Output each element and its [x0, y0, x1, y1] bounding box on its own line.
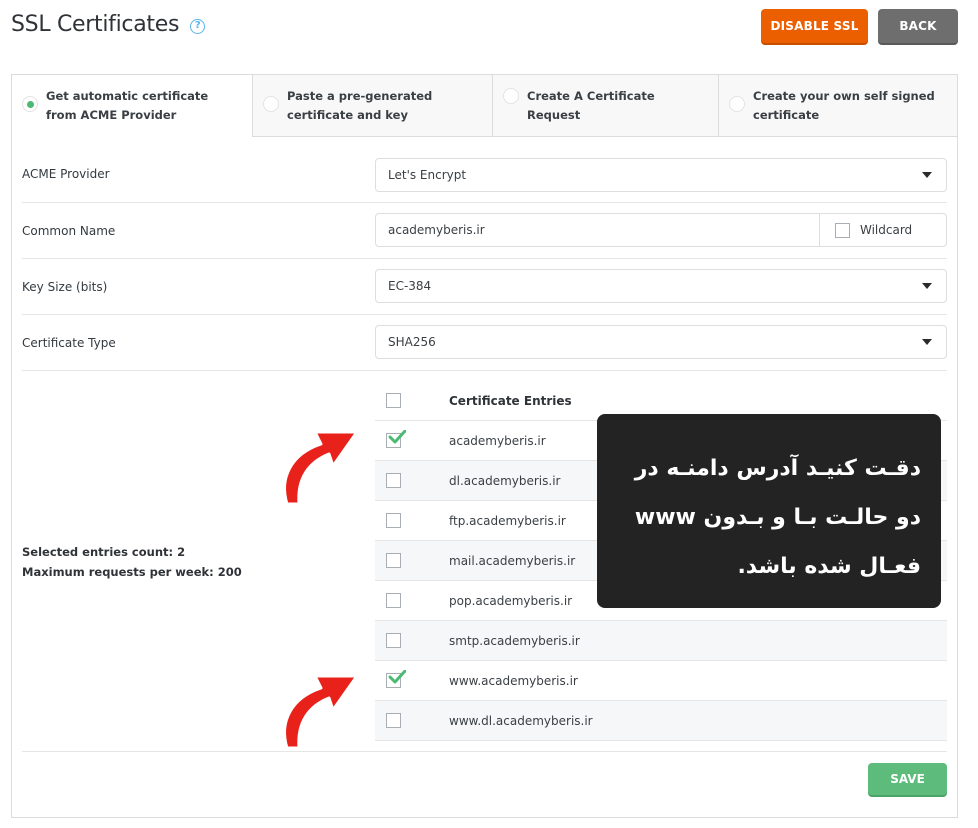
entry-row: smtp.academyberis.ir [375, 621, 947, 661]
max-requests-per-week: Maximum requests per week: 200 [22, 565, 242, 579]
entry-checkbox[interactable] [386, 593, 401, 608]
key-size-label: Key Size (bits) [22, 280, 108, 294]
key-size-select[interactable]: EC-384 [375, 269, 947, 303]
selected-entries-count: Selected entries count: 2 [22, 545, 186, 559]
entry-checkbox[interactable] [386, 670, 406, 688]
common-name-label: Common Name [22, 224, 116, 238]
form-row-key-size: Key Size (bits) EC-384 [22, 259, 947, 315]
entry-checkbox[interactable] [386, 713, 401, 728]
entry-checkbox[interactable] [386, 553, 401, 568]
form-row-common-name: Common Name academyberis.ir Wildcard [22, 203, 947, 259]
certificate-type-value: SHA256 [388, 335, 436, 349]
select-all-checkbox[interactable] [386, 393, 401, 408]
acme-provider-select[interactable]: Let's Encrypt [375, 158, 947, 192]
entry-checkbox[interactable] [386, 430, 406, 448]
tab-label: Create A Certificate Request [527, 89, 655, 122]
wildcard-checkbox[interactable] [835, 222, 850, 238]
entry-domain: ftp.academyberis.ir [449, 513, 566, 528]
tab-self-signed[interactable]: Create your own self signed certificate [718, 75, 957, 137]
radio-paste-certificate[interactable] [263, 96, 279, 112]
entries-header-label: Certificate Entries [449, 393, 572, 408]
page-title: SSL Certificates ? [11, 12, 206, 37]
entry-domain: academyberis.ir [449, 433, 546, 448]
entry-domain: www.academyberis.ir [449, 673, 578, 688]
red-arrow-icon [283, 430, 359, 506]
entry-domain: pop.academyberis.ir [449, 593, 573, 608]
disable-ssl-button[interactable]: DISABLE SSL [761, 9, 868, 43]
checkmark-icon [388, 670, 406, 684]
acme-provider-value: Let's Encrypt [388, 168, 467, 182]
tab-certificate-request[interactable]: Create A Certificate Request [492, 75, 718, 137]
common-name-input[interactable]: academyberis.ir [376, 214, 820, 246]
page-title-text: SSL Certificates [11, 12, 180, 37]
entry-checkbox[interactable] [386, 633, 401, 648]
radio-self-signed[interactable] [729, 96, 745, 112]
form-row-acme-provider: ACME Provider Let's Encrypt [22, 137, 947, 203]
caret-down-icon [922, 339, 932, 345]
entry-domain: mail.academyberis.ir [449, 553, 576, 568]
question-circle-icon[interactable]: ? [190, 19, 206, 34]
caret-down-icon [922, 172, 932, 178]
acme-provider-label: ACME Provider [22, 167, 110, 181]
certificate-type-label: Certificate Type [22, 336, 116, 350]
annotation-tooltip: دقـت کنیـد آدرس دامنـه در دو حالـت بـا و… [597, 414, 941, 608]
entry-row: www.dl.academyberis.ir [375, 701, 947, 741]
common-name-group: academyberis.ir Wildcard [375, 213, 947, 247]
form-row-certificate-type: Certificate Type SHA256 [22, 315, 947, 371]
entry-domain: dl.academyberis.ir [449, 473, 561, 488]
divider [22, 751, 947, 752]
radio-acme-provider[interactable] [22, 96, 38, 112]
back-button[interactable]: BACK [878, 9, 958, 43]
caret-down-icon [922, 283, 932, 289]
entry-checkbox[interactable] [386, 513, 401, 528]
tab-paste-certificate[interactable]: Paste a pre-generated certificate and ke… [252, 75, 492, 137]
key-size-value: EC-384 [388, 279, 432, 293]
entry-domain: smtp.academyberis.ir [449, 633, 580, 648]
entry-domain: www.dl.academyberis.ir [449, 713, 593, 728]
tab-acme-provider[interactable]: Get automatic certificate from ACME Prov… [12, 75, 252, 137]
entries-summary: Selected entries count: 2 Maximum reques… [22, 542, 242, 582]
checkmark-icon [388, 430, 406, 444]
entry-checkbox[interactable] [386, 473, 401, 488]
tab-label: Get automatic certificate from ACME Prov… [46, 89, 209, 122]
certificate-type-select[interactable]: SHA256 [375, 325, 947, 359]
wildcard-option[interactable]: Wildcard [820, 214, 946, 246]
certificate-method-tabs: Get automatic certificate from ACME Prov… [12, 75, 957, 137]
save-button[interactable]: SAVE [868, 763, 947, 795]
radio-certificate-request[interactable] [503, 88, 519, 104]
entry-row: www.academyberis.ir [375, 661, 947, 701]
tab-label: Create your own self signed certificate [753, 89, 935, 122]
red-arrow-icon [283, 674, 359, 750]
tab-label: Paste a pre-generated certificate and ke… [287, 89, 433, 122]
wildcard-label: Wildcard [860, 223, 913, 237]
